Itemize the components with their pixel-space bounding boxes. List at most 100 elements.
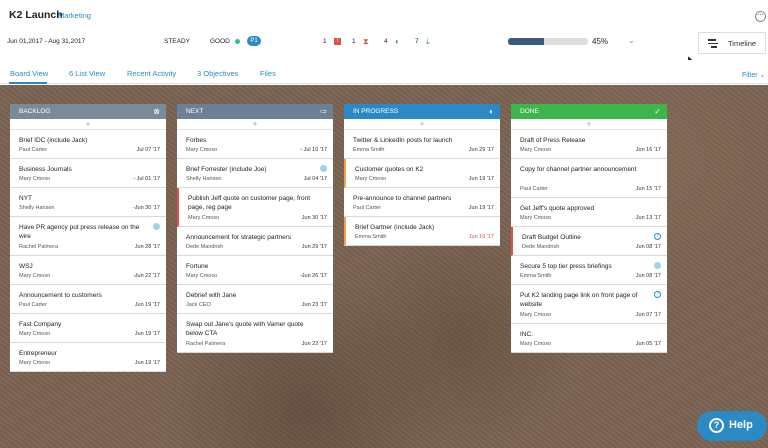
task-card[interactable]: Announcement to customers Paul Carter Jun … bbox=[10, 285, 166, 314]
task-card[interactable]: Draft Budget Outline Dede Mandrish Jun 08 … bbox=[511, 227, 667, 256]
task-card[interactable]: Debrief with Jane Jack CEO Jun 23 '17 bbox=[177, 285, 333, 314]
task-card[interactable]: Swap out Jane's quote with Vamer quote b… bbox=[177, 314, 333, 353]
task-card[interactable]: Copy for channel partner announcement Pau… bbox=[511, 159, 667, 198]
add-card-button[interactable]: + bbox=[10, 119, 166, 130]
tab-list-view[interactable]: 6 List View bbox=[69, 69, 105, 78]
card-assignee: Mary Cmoso bbox=[186, 273, 218, 279]
view-tabs: Board View 6 List View Recent Activity 3… bbox=[0, 60, 768, 84]
card-assignee: Mary Cmoso bbox=[186, 147, 218, 153]
health-dot-icon bbox=[235, 39, 240, 44]
task-card[interactable]: Business Journals Mary Cmoso ⌁ Jul 01 '17 bbox=[10, 159, 166, 188]
card-title: NYT bbox=[19, 195, 32, 202]
download-icon[interactable]: ⤓ bbox=[426, 37, 430, 47]
settings-icon[interactable]: ⊗ bbox=[153, 107, 160, 116]
card-due-date: Jun 19 '17 bbox=[134, 302, 160, 308]
status-dot-icon bbox=[320, 165, 327, 172]
task-card[interactable]: Put K2 landing page link on front page o… bbox=[511, 285, 667, 324]
task-card[interactable]: Pre-announce to channel partners Paul Car… bbox=[344, 188, 500, 217]
card-title: Put K2 landing page link on front page o… bbox=[520, 292, 638, 308]
priority-badge[interactable]: P1 bbox=[247, 36, 261, 46]
date-range[interactable]: Jun 01,2017 - Aug 31,2017 bbox=[7, 38, 85, 45]
column-title: IN PROGRESS bbox=[353, 108, 399, 115]
progress-percent: 45% bbox=[592, 37, 609, 46]
count-inprogress: 4 bbox=[384, 38, 388, 45]
card-title: WSJ bbox=[19, 263, 33, 270]
timeline-button[interactable]: Timeline bbox=[698, 32, 766, 54]
task-card[interactable]: Get Jeff's quote approved Mary Cmoso Jun 1… bbox=[511, 198, 667, 227]
task-card[interactable]: Customer quotes on K2 Mary Cmoso Jun 19 '1… bbox=[344, 159, 500, 188]
add-card-button[interactable]: + bbox=[511, 119, 667, 130]
card-due-date: Jun 19 '17 bbox=[468, 205, 494, 211]
card-due-date: Jun 15 '17 bbox=[635, 186, 661, 192]
timeline-label: Timeline bbox=[728, 39, 757, 48]
card-title: Announcement for strategic partners bbox=[186, 234, 292, 241]
column-title: DONE bbox=[520, 108, 539, 115]
card-assignee: Mary Cmoso bbox=[19, 360, 51, 366]
task-card[interactable]: Secure 5 top tier press briefings Emma Sm… bbox=[511, 256, 667, 285]
card-title: Publish Jeff quote on customer page, fro… bbox=[188, 195, 311, 211]
card-due-date: Jul 10 '17 bbox=[303, 147, 327, 153]
column-next: NEXT ⇨ + Forbes Mary Cmoso ⌁ Jul 10 '17 Brief F… bbox=[177, 104, 333, 353]
card-due-date: Jul 07 '17 bbox=[136, 147, 160, 153]
hourglass-icon[interactable]: ⧗ bbox=[363, 37, 369, 47]
column-header[interactable]: IN PROGRESS ◐ bbox=[344, 104, 500, 119]
card-assignee: Mary Cmoso bbox=[19, 273, 51, 279]
arrow-right-icon[interactable]: ⇨ bbox=[320, 107, 327, 116]
card-due-date: Jun 19 '17 bbox=[134, 331, 160, 337]
task-card[interactable]: NYT Shelly Hansen ⌁ Jun 30 '17 bbox=[10, 188, 166, 217]
column-header[interactable]: DONE ✓ bbox=[511, 104, 667, 119]
card-due-date: Jun 16 '17 bbox=[635, 147, 661, 153]
half-circle-icon[interactable]: ◐ bbox=[489, 107, 494, 116]
status-badge[interactable]: STEADY bbox=[164, 38, 190, 45]
task-card[interactable]: Twitter & LinkedIn posts for launch Emma … bbox=[344, 130, 500, 159]
task-card[interactable]: Forbes Mary Cmoso ⌁ Jul 10 '17 bbox=[177, 130, 333, 159]
health-label[interactable]: GOOD bbox=[210, 38, 230, 45]
card-title: Have PR agency put press release on the … bbox=[19, 224, 140, 240]
task-card[interactable]: WSJ Mary Cmoso ⌁ Jun 22 '17 bbox=[10, 256, 166, 285]
tab-board-view[interactable]: Board View bbox=[10, 69, 48, 78]
task-card[interactable]: Draft of Press Release Mary Cmoso Jun 16 '… bbox=[511, 130, 667, 159]
task-card[interactable]: Entrepreneur Mary Cmoso Jun 19 '17 bbox=[10, 343, 166, 372]
task-card[interactable]: Brief Forrester (include Joe) Shelly Hans… bbox=[177, 159, 333, 188]
flag-icon[interactable]: ! bbox=[334, 38, 341, 45]
card-due-date: Jun 29 '17 bbox=[468, 147, 494, 153]
check-icon[interactable]: ✓ bbox=[654, 107, 661, 116]
task-card[interactable]: Have PR agency put press release on the … bbox=[10, 217, 166, 256]
filter-button[interactable]: Filter ⌄ bbox=[742, 71, 765, 79]
task-card[interactable]: Publish Jeff quote on customer page, fro… bbox=[177, 188, 333, 227]
task-card[interactable]: Brief Gartner (include Jack) Emma Smith Ju… bbox=[344, 217, 500, 246]
card-due-date: Jun 05 '17 bbox=[635, 341, 661, 347]
half-circle-icon[interactable]: ◐ bbox=[395, 37, 400, 46]
task-card[interactable]: Fast Company Mary Cmoso Jun 19 '17 bbox=[10, 314, 166, 343]
tab-recent-activity[interactable]: Recent Activity bbox=[127, 69, 176, 78]
card-title: Twitter & LinkedIn posts for launch bbox=[353, 137, 453, 144]
task-card[interactable]: Brief IDC (include Jack) Paul Carter Jul 0… bbox=[10, 130, 166, 159]
add-card-button[interactable]: + bbox=[177, 119, 333, 130]
filter-label: Filter bbox=[742, 72, 758, 79]
progress-fill bbox=[508, 38, 544, 45]
help-button[interactable]: ? Help bbox=[697, 411, 767, 441]
task-card[interactable]: Fortune Mary Cmoso ⌁ Jun 26 '17 bbox=[177, 256, 333, 285]
card-due-date: Jun 19 '17 bbox=[134, 360, 160, 366]
card-title: Brief Forrester (include Joe) bbox=[186, 166, 267, 173]
help-label: Help bbox=[729, 419, 753, 431]
status-dot-icon bbox=[153, 223, 160, 230]
more-icon[interactable]: ⋯ bbox=[755, 11, 766, 22]
add-card-button[interactable]: + bbox=[344, 119, 500, 130]
tab-objectives[interactable]: 3 Objectives bbox=[197, 69, 238, 78]
card-title: Secure 5 top tier press briefings bbox=[520, 263, 612, 270]
task-card[interactable]: Announcement for strategic partners Dede … bbox=[177, 227, 333, 256]
progress-bar bbox=[508, 38, 588, 45]
card-due-date: Jun 16 '17 bbox=[468, 234, 494, 240]
card-due-date: Jun 29 '17 bbox=[301, 244, 327, 250]
column-header[interactable]: BACKLOG ⊗ bbox=[10, 104, 166, 119]
card-title: Customer quotes on K2 bbox=[355, 166, 424, 173]
task-card[interactable]: INC. Mary Cmoso Jun 05 '17 bbox=[511, 324, 667, 353]
tab-files[interactable]: Files bbox=[260, 69, 276, 78]
project-tag[interactable]: Marketing bbox=[58, 11, 91, 20]
chevron-down-icon[interactable]: ⌄ bbox=[628, 36, 635, 45]
card-assignee: Mary Cmoso bbox=[520, 341, 552, 347]
card-title: Draft Budget Outline bbox=[522, 234, 581, 241]
column-header[interactable]: NEXT ⇨ bbox=[177, 104, 333, 119]
card-assignee: Mary Cmoso bbox=[520, 147, 552, 153]
